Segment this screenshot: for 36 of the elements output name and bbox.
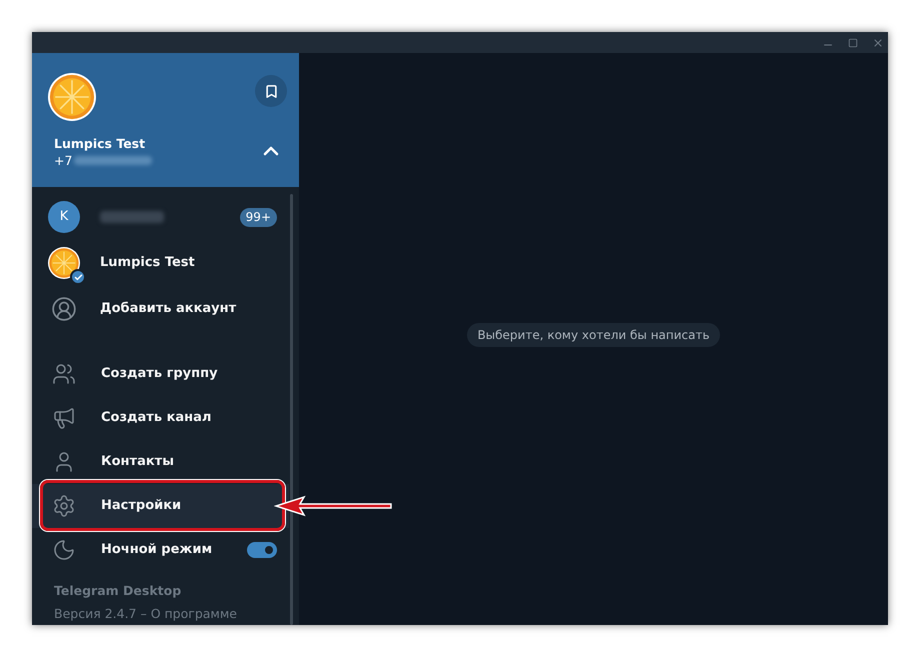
menu-label: Создать канал	[101, 409, 212, 428]
app-name: Telegram Desktop	[54, 582, 182, 600]
menu-item[interactable]: Ночной режим	[32, 528, 289, 572]
profile-name: Lumpics Test	[54, 135, 146, 152]
maximize-icon[interactable]	[848, 38, 858, 48]
people-icon	[52, 362, 76, 386]
menu-item[interactable]: Создать канал	[32, 396, 289, 440]
profile-phone: +7	[54, 152, 72, 169]
close-icon[interactable]	[872, 36, 884, 48]
unread-badge: 99+	[240, 208, 277, 226]
blurred-name	[100, 211, 164, 223]
add-account-icon	[51, 296, 77, 322]
saved-messages-button[interactable]	[255, 75, 287, 107]
check-badge	[70, 269, 86, 285]
moon-icon	[52, 538, 76, 562]
account-row[interactable]: K 99+	[32, 194, 289, 240]
menu-item[interactable]: Настройки	[32, 484, 289, 528]
menu-label: Создать группу	[101, 365, 219, 384]
account-row[interactable]: Добавить аккаунт	[32, 286, 289, 332]
bookmark-icon	[264, 84, 278, 98]
settings-icon	[52, 494, 76, 518]
account-row[interactable]: Lumpics Test	[32, 240, 289, 286]
account-avatar: K	[48, 201, 80, 233]
citrus-slice-avatar	[48, 73, 96, 121]
account-name: Lumpics Test	[100, 255, 195, 270]
version-text[interactable]: Версия 2.4.7 – О программе	[54, 604, 289, 624]
empty-chat-hint: Выберите, кому хотели бы написать	[467, 323, 720, 347]
megaphone-icon	[52, 406, 76, 430]
menu-item[interactable]: Контакты	[32, 440, 289, 484]
citrus-slice-avatar	[48, 247, 80, 279]
menu-label: Настройки	[101, 497, 182, 516]
night-mode-toggle[interactable]	[247, 542, 277, 558]
menu-label: Ночной режим	[101, 541, 214, 560]
menu-label: Контакты	[101, 453, 175, 472]
menu-item[interactable]: Создать группу	[32, 352, 289, 396]
menu-label: Добавить аккаунт	[100, 301, 236, 316]
